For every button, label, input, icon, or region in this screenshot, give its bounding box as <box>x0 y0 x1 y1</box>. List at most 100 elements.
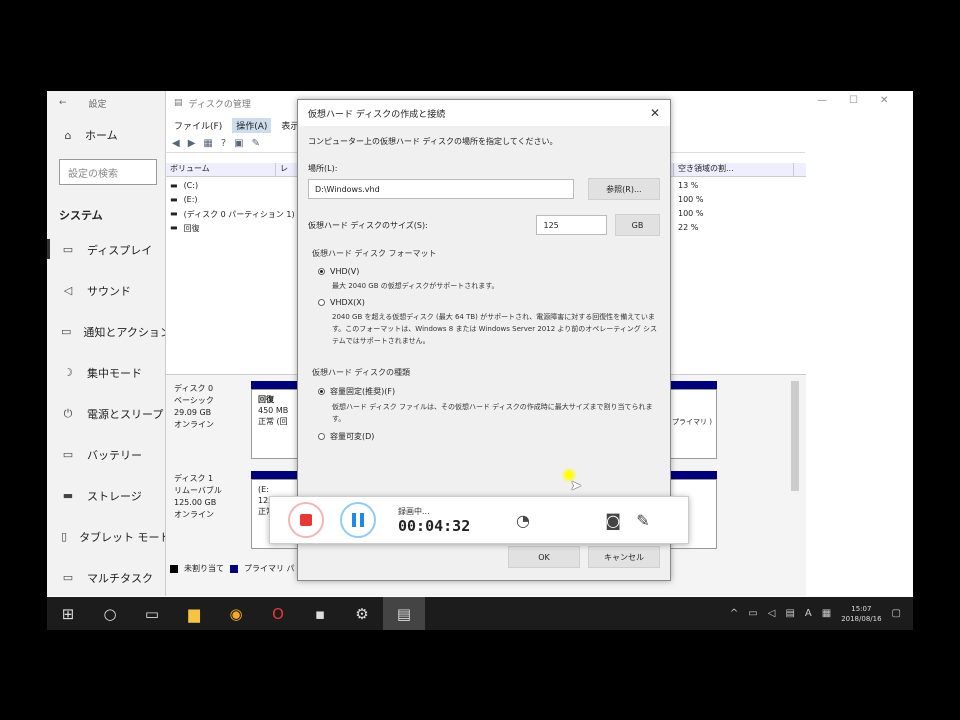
speaker-icon[interactable]: ◁ <box>768 608 776 619</box>
sidebar-item[interactable]: ▭ バッテリー <box>47 434 165 475</box>
volume-icon[interactable]: ◔ <box>508 511 538 530</box>
props-icon[interactable]: ▣ <box>234 138 243 149</box>
pause-record-button[interactable] <box>340 502 376 538</box>
vhdx-radio[interactable]: VHDX(X) <box>318 298 660 307</box>
sidebar-item[interactable]: ▭ ディスプレイ <box>47 229 165 270</box>
menu-action[interactable]: 操作(A) <box>232 117 272 133</box>
disk-app-icon: ▤ <box>174 98 183 108</box>
settings-gear-icon[interactable]: ⚙ <box>341 597 383 630</box>
sidebar-item[interactable]: ▬ ストレージ <box>47 475 165 516</box>
table-row[interactable]: ▬ (E:) <box>170 195 198 204</box>
tablet-icon: ▯ <box>61 530 68 543</box>
maximize-icon[interactable]: ☐ <box>849 95 858 106</box>
pct-cell: 100 % <box>678 195 704 204</box>
notification-icon: ▭ <box>61 325 72 338</box>
pen-icon[interactable]: ✎ <box>628 511 658 530</box>
size-unit-select[interactable]: GB <box>615 214 660 236</box>
dynamic-radio[interactable]: 容量可変(D) <box>318 431 660 442</box>
sidebar-item-label: 通知とアクション <box>83 325 171 339</box>
pause-icon <box>352 513 364 527</box>
table-row[interactable]: ▬ 回復 <box>170 223 200 234</box>
size-input[interactable]: 125 <box>536 215 608 235</box>
settings-nav: ▭ ディスプレイ ◁ サウンド ▭ 通知とアクション ☽ 集中モード ⏻ 電源とスリープ ▭ バッテリ… <box>47 229 171 598</box>
app-icon[interactable]: ▪ <box>299 597 341 630</box>
forward-icon[interactable]: ▶ <box>188 138 196 149</box>
menu-file[interactable]: ファイル(F) <box>174 119 222 132</box>
start-icon[interactable]: ⊞ <box>47 597 89 630</box>
back-icon[interactable]: ◀ <box>172 138 180 149</box>
file-explorer-icon[interactable]: ▆ <box>173 597 215 630</box>
back-arrow-icon[interactable]: ← <box>59 98 67 108</box>
key-icon[interactable]: ✎ <box>252 138 260 149</box>
pct-cell: 22 % <box>678 223 699 232</box>
close-icon[interactable]: ✕ <box>650 106 660 120</box>
speaker-icon: ◁ <box>63 284 73 297</box>
webcam-icon[interactable]: ◙ <box>598 511 628 530</box>
browse-button[interactable]: 参照(R)... <box>587 178 660 200</box>
sidebar-item[interactable]: ▭ マルチタスク <box>47 557 165 598</box>
screen-recorder-toolbar: 録画中... 00:04:32 ◔ ◙ ✎ <box>269 496 689 544</box>
network-icon[interactable]: ▭ <box>748 608 757 619</box>
ime-mode-icon[interactable]: ▦ <box>822 608 831 619</box>
sidebar-item[interactable]: ⏻ 電源とスリープ <box>47 393 165 434</box>
list-icon[interactable]: ▦ <box>203 138 212 149</box>
system-tray: ^ ▭ ◁ ▤ A ▦ 15:07 2018/08/16 ▢ <box>730 597 913 630</box>
settings-title: 設定 <box>88 99 107 110</box>
vhdx-description: 2040 GB を超える仮想ディスク (最大 64 TB) がサポートされ、電源… <box>332 313 658 345</box>
moon-icon: ☽ <box>63 366 73 379</box>
location-input[interactable]: D:\Windows.vhd <box>308 179 574 199</box>
legend-swatch <box>170 564 178 573</box>
column-free-pct[interactable]: 空き領域の割... <box>674 163 794 176</box>
chevron-up-icon[interactable]: ^ <box>730 608 738 619</box>
radio-selected-icon <box>318 388 325 395</box>
table-row[interactable]: ▬ (ディスク 0 パーティション 1) <box>170 209 295 220</box>
storage-icon: ▬ <box>62 489 74 502</box>
action-center-icon[interactable]: ▢ <box>892 608 901 619</box>
sidebar-item[interactable]: ▭ 通知とアクション <box>47 311 171 352</box>
column-volume[interactable]: ボリューム <box>166 163 276 176</box>
stop-icon <box>300 514 312 526</box>
legend: 未割り当て プライマリ パ <box>170 563 295 574</box>
keyboard-icon[interactable]: ▤ <box>785 608 794 619</box>
chrome-icon[interactable]: ◉ <box>215 597 257 630</box>
minimize-icon[interactable]: — <box>817 95 827 106</box>
fixed-radio[interactable]: 容量固定(推奨)(F) <box>318 386 660 397</box>
disk-management-title: ディスクの管理 <box>188 99 251 110</box>
power-icon: ⏻ <box>63 406 73 420</box>
location-label: 場所(L): <box>308 164 338 173</box>
sidebar-item[interactable]: ☽ 集中モード <box>47 352 165 393</box>
help-icon[interactable]: ? <box>221 138 226 149</box>
table-row[interactable]: ▬ (C:) <box>170 181 198 190</box>
task-view-icon[interactable]: ▭ <box>131 597 173 630</box>
disk0-label[interactable]: ディスク 0 ベーシック 29.09 GB オンライン <box>174 383 214 431</box>
sidebar-item[interactable]: ◁ サウンド <box>47 270 165 311</box>
stop-record-button[interactable] <box>288 502 324 538</box>
settings-search-input[interactable]: 設定の検索 <box>59 159 157 185</box>
format-group-title: 仮想ハード ディスク フォーマット <box>312 249 437 258</box>
sidebar-item[interactable]: ▯ タブレット モード <box>47 516 171 557</box>
home-label: ホーム <box>85 129 118 142</box>
fixed-description: 仮想ハード ディスク ファイルは、その仮想ハード ディスクの作成時に最大サイズま… <box>332 403 653 423</box>
disk-app-icon[interactable]: ▤ <box>383 597 425 630</box>
vhd-radio[interactable]: VHD(V) <box>318 267 660 276</box>
section-heading: システム <box>59 209 103 222</box>
opera-icon[interactable]: O <box>257 597 299 630</box>
disk1-label[interactable]: ディスク 1 リムーバブル 125.00 GB オンライン <box>174 473 222 521</box>
ime-indicator[interactable]: A <box>805 608 812 619</box>
sidebar-item-label: 電源とスリープ <box>87 407 164 421</box>
home-link[interactable]: ⌂ ホーム <box>47 115 165 143</box>
cancel-button[interactable]: キャンセル <box>588 546 660 568</box>
search-icon[interactable]: ○ <box>89 597 131 630</box>
taskbar-clock[interactable]: 15:07 2018/08/16 <box>841 604 881 624</box>
vhd-description: 最大 2040 GB の仮想ディスクがサポートされます。 <box>332 282 499 290</box>
close-icon[interactable]: ✕ <box>880 95 888 106</box>
radio-icon <box>318 433 325 440</box>
scrollbar[interactable] <box>791 381 799 491</box>
ok-button[interactable]: OK <box>508 546 580 568</box>
home-icon: ⌂ <box>64 128 72 142</box>
taskbar-icons: ⊞ ○ ▭ ▆ ◉ O ▪ ⚙ ▤ <box>47 597 425 630</box>
radio-selected-icon <box>318 268 325 275</box>
battery-icon: ▭ <box>62 448 74 461</box>
record-status: 録画中... <box>398 506 430 516</box>
pct-cell: 13 % <box>678 181 699 190</box>
